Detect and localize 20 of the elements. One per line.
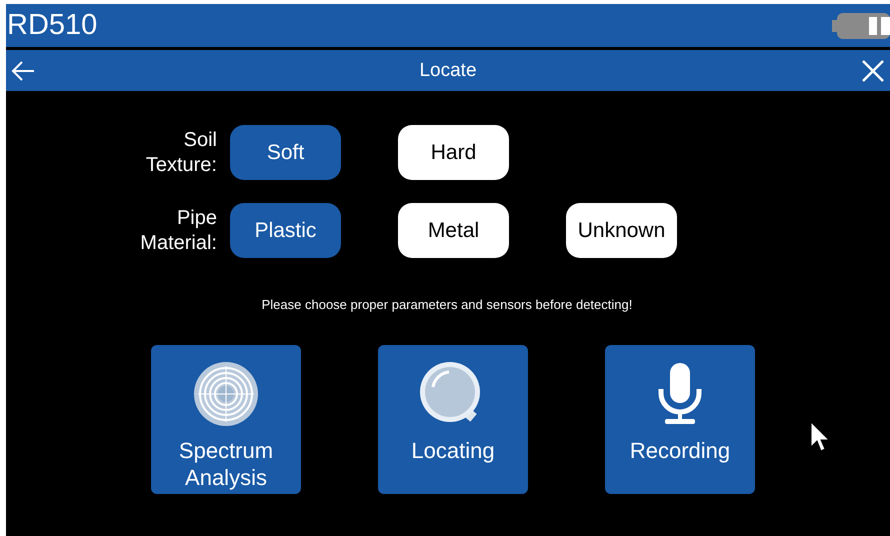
microphone-icon (657, 361, 703, 427)
option-button[interactable]: Unknown (566, 203, 677, 258)
parameter-label: Soil Texture: (144, 128, 217, 178)
page-title: Locate (419, 60, 477, 82)
close-button[interactable] (860, 58, 886, 84)
radar-icon (193, 361, 259, 427)
option-button[interactable]: Hard (398, 125, 509, 180)
parameter-label: Pipe Material: (139, 206, 217, 256)
close-icon (862, 60, 884, 82)
option-button[interactable]: Plastic (230, 203, 341, 258)
mode-tile[interactable]: Recording (605, 345, 755, 494)
device-title: RD510 (7, 9, 98, 42)
option-button[interactable]: Soft (230, 125, 341, 180)
mode-tile[interactable]: Spectrum Analysis (151, 345, 301, 494)
hint-message: Please choose proper parameters and sensors before detecting! (262, 297, 632, 312)
mouse-cursor-icon (810, 421, 830, 453)
back-arrow-icon (11, 60, 35, 80)
mode-tile[interactable]: Locating (378, 345, 528, 494)
battery-icon (832, 12, 890, 38)
option-button[interactable]: Metal (398, 203, 509, 258)
